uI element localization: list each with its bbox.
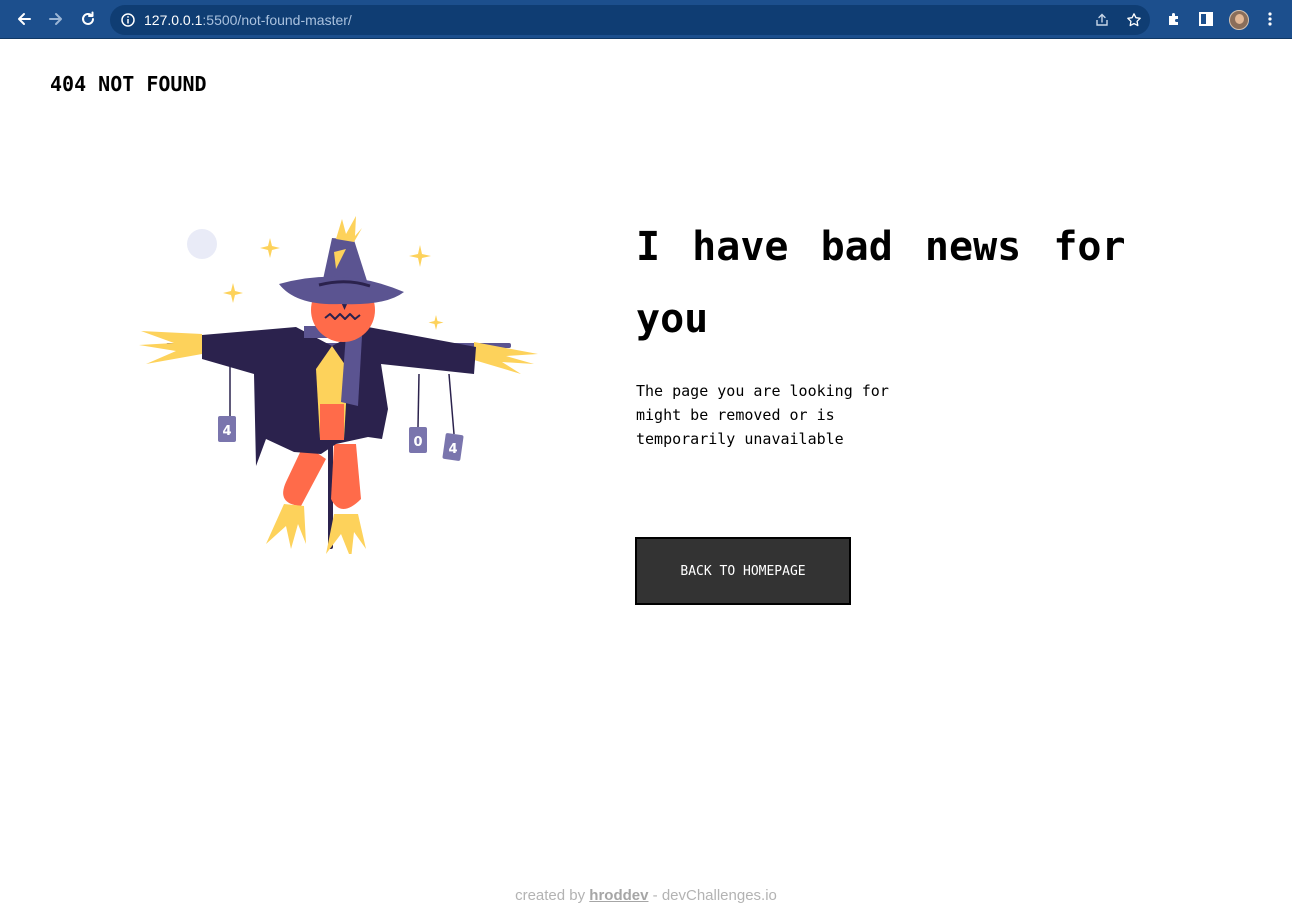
info-icon[interactable]	[120, 12, 136, 33]
right-leg	[331, 444, 361, 509]
side-panel-icon[interactable]	[1192, 5, 1220, 33]
browser-toolbar: 127.0.0.1:5500/not-found-master/	[0, 0, 1292, 39]
page-description: The page you are looking for might be re…	[636, 382, 889, 448]
footer-credit: created by hroddev - devChallenges.io	[0, 887, 1292, 904]
straw-top	[336, 216, 362, 242]
back-icon[interactable]	[10, 5, 38, 33]
footer-suffix: - devChallenges.io	[652, 887, 777, 904]
sparkle-icon	[260, 238, 280, 258]
profile-avatar[interactable]	[1229, 10, 1249, 30]
sparkle-icon	[428, 315, 444, 330]
address-bar[interactable]: 127.0.0.1:5500/not-found-master/	[110, 5, 1150, 35]
moon-shape	[187, 229, 217, 259]
url-text: 127.0.0.1:5500/not-found-master/	[144, 12, 352, 28]
brand-title: 404 NOT FOUND	[50, 72, 207, 96]
straw-left	[139, 331, 202, 364]
scarecrow-illustration: 4 0 4	[139, 216, 538, 554]
footer-author-link[interactable]: hroddev	[589, 887, 648, 904]
straw-left-foot	[266, 504, 306, 549]
pants-shape	[320, 404, 344, 440]
sparkle-icon	[223, 283, 243, 303]
page-headline: I have bad news for you	[636, 224, 1126, 342]
page-content: 404 NOT FOUND 4 0 4 I have bad news for …	[0, 39, 1292, 921]
extensions-icon[interactable]	[1160, 5, 1188, 33]
back-to-homepage-button[interactable]: BACK TO HOMEPAGE	[635, 537, 851, 605]
can-label: 4	[222, 424, 231, 439]
footer-prefix: created by	[515, 887, 586, 904]
sparkle-icon	[409, 245, 431, 267]
can-label: 0	[413, 435, 422, 450]
reload-icon[interactable]	[74, 5, 102, 33]
menu-icon[interactable]	[1256, 5, 1284, 33]
star-icon[interactable]	[1126, 12, 1142, 33]
can-label: 4	[448, 442, 457, 457]
forward-icon[interactable]	[42, 5, 70, 33]
share-icon[interactable]	[1094, 12, 1110, 33]
